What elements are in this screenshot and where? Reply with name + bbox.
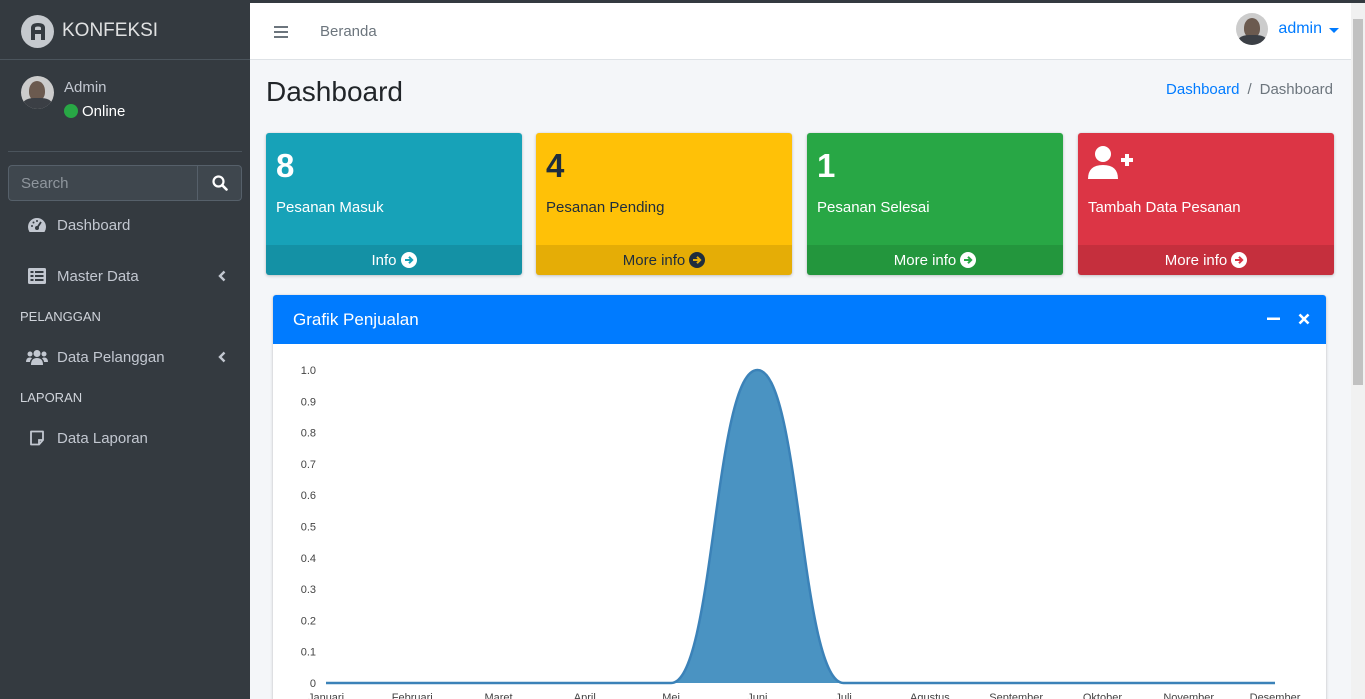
sidebar-item-data-laporan[interactable]: Data Laporan bbox=[8, 418, 242, 458]
x-tick-label: Mei bbox=[662, 692, 680, 699]
search-input[interactable] bbox=[8, 165, 197, 201]
x-tick-label: September bbox=[989, 692, 1043, 699]
page-scrollbar[interactable] bbox=[1351, 3, 1365, 699]
y-tick-label: 0.7 bbox=[301, 459, 316, 471]
card-header: Grafik Penjualan bbox=[273, 295, 1326, 344]
stat-label: Pesanan Pending bbox=[546, 199, 665, 216]
breadcrumb-link-dashboard[interactable]: Dashboard bbox=[1166, 81, 1239, 98]
search-button[interactable] bbox=[197, 165, 242, 201]
breadcrumb-separator: / bbox=[1247, 81, 1252, 98]
collapse-minus-icon[interactable] bbox=[1267, 312, 1280, 325]
brand-name: KONFEKSI bbox=[62, 20, 159, 41]
y-tick-label: 0.3 bbox=[301, 584, 316, 596]
y-tick-label: 0.9 bbox=[301, 396, 316, 408]
stat-value: 8 bbox=[276, 147, 295, 184]
y-tick-label: 0.1 bbox=[301, 647, 316, 659]
online-status-icon bbox=[64, 104, 78, 118]
y-tick-label: 0.5 bbox=[301, 522, 316, 534]
y-tick-label: 1.0 bbox=[301, 365, 316, 377]
users-icon bbox=[26, 349, 48, 365]
tachometer-icon bbox=[26, 216, 48, 234]
stat-label: Pesanan Masuk bbox=[276, 199, 384, 216]
card-title: Grafik Penjualan bbox=[293, 309, 419, 329]
x-tick-label: April bbox=[574, 692, 596, 699]
stat-footer-link[interactable]: More info bbox=[1078, 245, 1334, 275]
user-plus-icon[interactable] bbox=[1088, 145, 1134, 189]
arrow-circle-right-icon bbox=[400, 252, 417, 268]
x-tick-label: Juni bbox=[747, 692, 767, 699]
y-tick-label: 0.6 bbox=[301, 490, 316, 502]
x-tick-label: Januari bbox=[308, 692, 344, 699]
stat-footer-label: More info bbox=[622, 251, 686, 269]
sidebar-search bbox=[8, 165, 242, 201]
arrow-circle-right-icon bbox=[1231, 252, 1248, 268]
x-tick-label: Oktober bbox=[1083, 692, 1122, 699]
user-avatar[interactable] bbox=[21, 76, 54, 109]
card-tools bbox=[1249, 312, 1310, 325]
stat-footer-link[interactable]: More info bbox=[807, 245, 1063, 275]
stat-value: 4 bbox=[546, 147, 565, 184]
y-tick-label: 0.8 bbox=[301, 428, 316, 440]
sidebar-item-data-pelanggan[interactable]: Data Pelanggan bbox=[8, 337, 242, 377]
navbar-avatar bbox=[1236, 13, 1269, 45]
breadcrumb-active: Dashboard bbox=[1259, 81, 1333, 98]
sidebar-item-label: Data Laporan bbox=[57, 429, 148, 447]
sticky-note-icon bbox=[26, 430, 48, 446]
user-name[interactable]: Admin bbox=[64, 76, 125, 100]
user-status: Online bbox=[64, 100, 125, 124]
user-dropdown-label: admin bbox=[1278, 20, 1322, 37]
scrollbar-thumb[interactable] bbox=[1353, 19, 1363, 385]
nav-link-beranda[interactable]: Beranda bbox=[320, 23, 377, 40]
sidebar-item-dashboard[interactable]: Dashboard bbox=[8, 205, 242, 245]
hamburger-menu-icon[interactable] bbox=[274, 25, 288, 43]
sidebar-item-label: Dashboard bbox=[57, 216, 131, 234]
sidebar-header-pelanggan: PELANGGAN bbox=[20, 309, 101, 324]
top-navbar: Beranda admin bbox=[250, 3, 1351, 60]
stat-label: Tambah Data Pesanan bbox=[1088, 199, 1241, 216]
stat-footer-link[interactable]: Info bbox=[266, 245, 522, 275]
x-tick-label: Februari bbox=[392, 692, 433, 699]
y-tick-label: 0 bbox=[310, 678, 316, 690]
sales-area-chart: 0 0.1 0.2 0.3 0.4 0.5 0.6 0.7 0.8 0.9 1.0 Januari Fe… bbox=[301, 365, 1301, 699]
y-tick-label: 0.4 bbox=[301, 553, 316, 565]
arrow-circle-right-icon bbox=[689, 252, 706, 268]
brand-link[interactable]: KONFEKSI bbox=[0, 3, 250, 60]
y-tick-label: 0.2 bbox=[301, 615, 316, 627]
x-tick-label: Juli bbox=[835, 692, 852, 699]
stat-footer-label: Info bbox=[371, 251, 397, 269]
stat-box-pesanan-masuk: 8 Pesanan Masuk Info bbox=[266, 133, 522, 275]
x-tick-label: Maret bbox=[484, 692, 512, 699]
user-panel: Admin Online bbox=[8, 60, 242, 152]
sales-chart-card: Grafik Penjualan 0 0.1 0.2 0.3 0.4 0.5 0.6 0.7 0… bbox=[273, 295, 1326, 699]
x-tick-label: November bbox=[1163, 692, 1214, 699]
stat-box-pesanan-pending: 4 Pesanan Pending More info bbox=[536, 133, 792, 275]
search-icon bbox=[211, 175, 228, 191]
stat-footer-link[interactable]: More info bbox=[536, 245, 792, 275]
caret-down-icon bbox=[1329, 27, 1339, 33]
sidebar-header-laporan: LAPORAN bbox=[20, 390, 83, 405]
sidebar-item-label: Data Pelanggan bbox=[57, 348, 165, 366]
arrow-circle-right-icon bbox=[960, 252, 977, 268]
chevron-left-icon bbox=[218, 350, 226, 367]
sidebar-item-label: Master Data bbox=[57, 267, 139, 285]
chevron-left-icon bbox=[218, 269, 226, 286]
brand-logo-icon bbox=[21, 14, 54, 48]
x-tick-label: Desember bbox=[1250, 692, 1301, 699]
sidebar-item-master-data[interactable]: Master Data bbox=[8, 256, 242, 296]
stat-value: 1 bbox=[817, 147, 836, 184]
stat-label: Pesanan Selesai bbox=[817, 199, 930, 216]
user-dropdown[interactable]: admin bbox=[1236, 13, 1339, 45]
x-tick-label: Agustus bbox=[910, 692, 950, 699]
close-icon[interactable] bbox=[1298, 313, 1310, 325]
list-icon bbox=[26, 268, 48, 284]
stat-footer-label: More info bbox=[1164, 251, 1228, 269]
stat-box-pesanan-selesai: 1 Pesanan Selesai More info bbox=[807, 133, 1063, 275]
breadcrumb: Dashboard / Dashboard bbox=[1166, 81, 1333, 98]
page-title: Dashboard bbox=[266, 76, 403, 107]
stat-box-tambah-data-pesanan: Tambah Data Pesanan More info bbox=[1078, 133, 1334, 275]
user-status-label: Online bbox=[82, 103, 126, 120]
stat-footer-label: More info bbox=[893, 251, 957, 269]
